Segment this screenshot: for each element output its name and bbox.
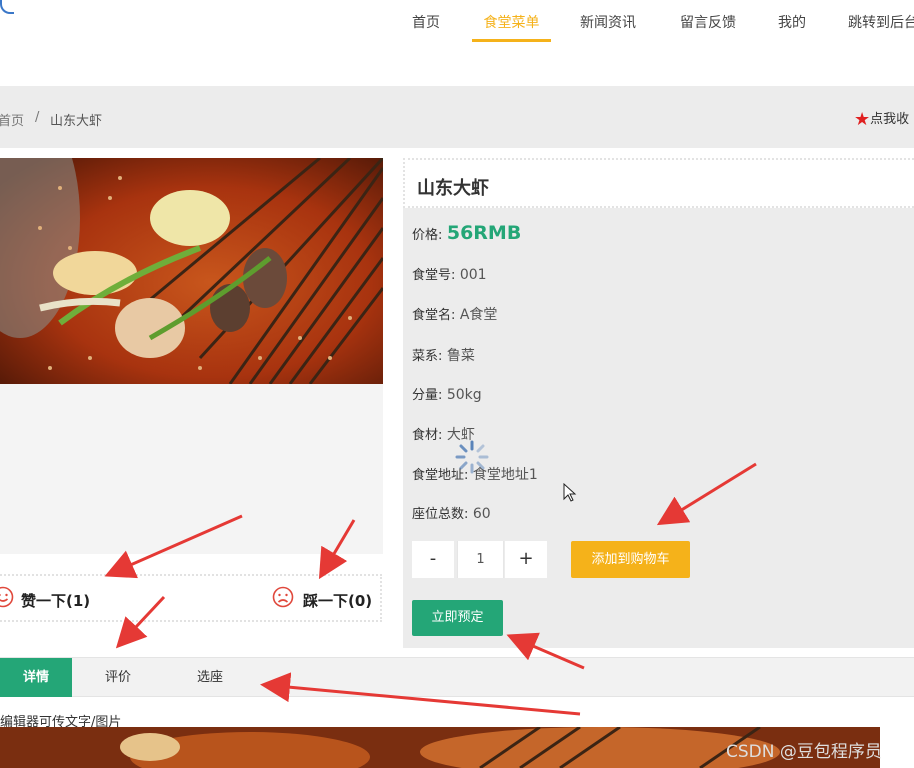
field-row: 食堂号: 001 xyxy=(412,264,487,283)
dish-title-box: 山东大虾 xyxy=(403,158,914,208)
dish-image-panel xyxy=(0,158,383,554)
dish-title: 山东大虾 xyxy=(417,178,489,199)
nav-item-feedback[interactable]: 留言反馈 xyxy=(680,12,736,42)
dislike-button[interactable]: 踩一下(0) xyxy=(303,590,372,611)
breadcrumb: 首页 / 山东大虾 ★点我收 xyxy=(0,86,914,148)
page: 首页 食堂菜单 新闻资讯 留言反馈 我的 跳转到后台 首页 / 山东大虾 ★点我… xyxy=(0,0,914,768)
dish-info-panel: 价格: 56RMB 食堂号: 001 食堂名: A食堂 菜系: 鲁菜 分量: 5… xyxy=(403,208,914,648)
dish-image xyxy=(0,158,383,384)
nav-item-menu[interactable]: 食堂菜单 xyxy=(472,12,551,42)
quantity-minus-button[interactable]: - xyxy=(412,541,454,578)
tab-reviews[interactable]: 评价 xyxy=(82,658,154,697)
loading-spinner-icon xyxy=(455,440,489,474)
book-now-button[interactable]: 立即预定 xyxy=(412,600,503,636)
smile-icon[interactable] xyxy=(0,586,14,608)
vote-bar: 赞一下(1) 踩一下(0) xyxy=(0,574,382,622)
field-value: 鲁菜 xyxy=(446,348,475,364)
field-label: 菜系: xyxy=(412,349,443,364)
field-row: 菜系: 鲁菜 xyxy=(412,345,475,365)
nav-item-home[interactable]: 首页 xyxy=(412,12,440,42)
like-button[interactable]: 赞一下(1) xyxy=(21,590,90,611)
favorite-label: 点我收 xyxy=(870,112,910,127)
field-label: 座位总数: xyxy=(412,507,469,522)
top-navigation: 首页 食堂菜单 新闻资讯 留言反馈 我的 跳转到后台 xyxy=(0,0,914,86)
nav-item-admin[interactable]: 跳转到后台 xyxy=(848,12,914,42)
field-value: 60 xyxy=(472,506,491,522)
nav-item-news[interactable]: 新闻资讯 xyxy=(580,12,636,42)
field-row: 分量: 50kg xyxy=(412,384,482,403)
quantity-plus-button[interactable]: + xyxy=(505,541,547,578)
field-value: 001 xyxy=(459,267,487,283)
watermark: CSDN @豆包程序员 xyxy=(726,742,882,762)
breadcrumb-current: 山东大虾 xyxy=(50,114,103,129)
add-to-cart-button[interactable]: 添加到购物车 xyxy=(571,541,690,578)
field-value: 50kg xyxy=(446,387,482,403)
detail-tabs: 详情 评价 选座 xyxy=(0,657,914,697)
favorite-button[interactable]: ★点我收 xyxy=(854,108,909,130)
breadcrumb-separator: / xyxy=(35,110,40,125)
frown-icon[interactable] xyxy=(272,586,294,608)
price-label: 价格: xyxy=(412,228,443,243)
field-row: 食堂名: A食堂 xyxy=(412,304,497,324)
field-row: 座位总数: 60 xyxy=(412,503,491,522)
tab-details[interactable]: 详情 xyxy=(0,658,72,697)
field-label: 分量: xyxy=(412,388,443,403)
price-row: 价格: 56RMB xyxy=(412,222,521,244)
mouse-cursor-icon xyxy=(563,483,577,502)
field-label: 食材: xyxy=(412,428,443,443)
breadcrumb-home-link[interactable]: 首页 xyxy=(0,110,24,129)
logo-icon xyxy=(0,0,14,14)
star-icon: ★ xyxy=(854,109,871,130)
quantity-input[interactable]: 1 xyxy=(457,541,504,578)
field-label: 食堂号: xyxy=(412,268,456,283)
nav-item-mine[interactable]: 我的 xyxy=(778,12,806,42)
price-value: 56RMB xyxy=(446,222,522,244)
tab-seat-selection[interactable]: 选座 xyxy=(174,658,246,697)
field-value: A食堂 xyxy=(459,307,498,323)
field-label: 食堂名: xyxy=(412,308,456,323)
